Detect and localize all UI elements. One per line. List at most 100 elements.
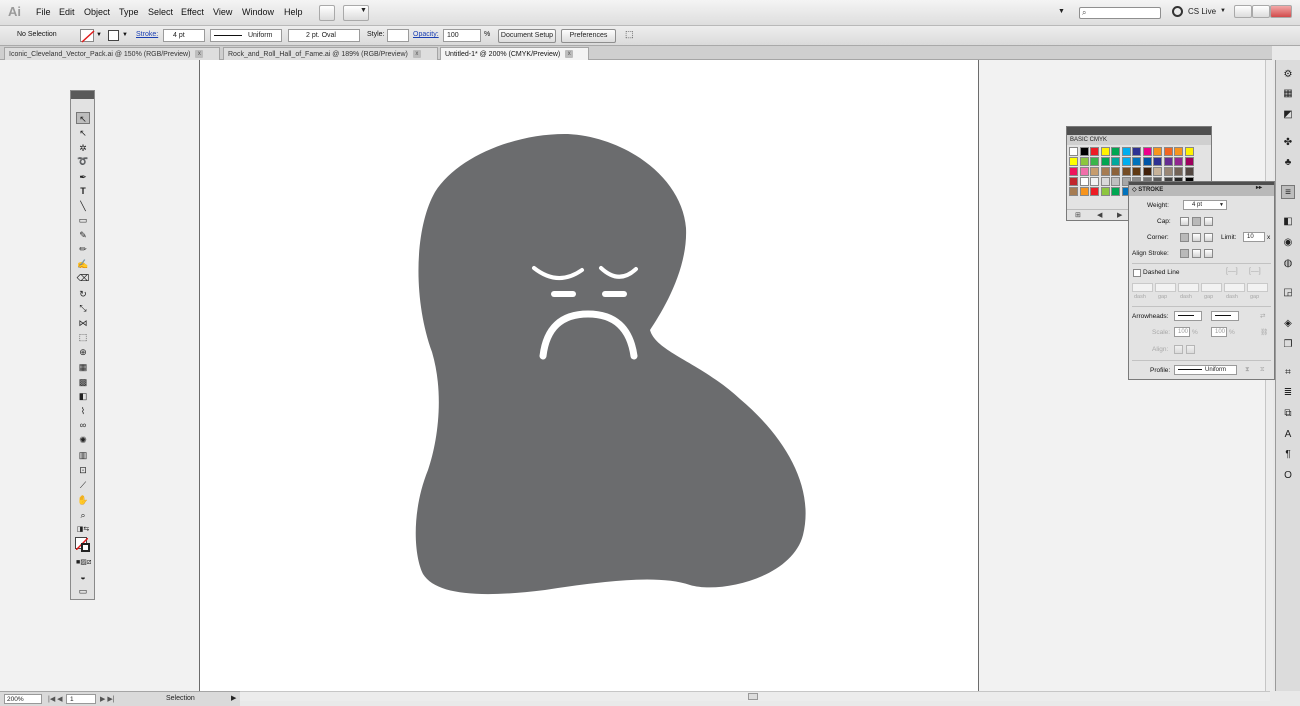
- stroke-color-icon[interactable]: [81, 543, 90, 552]
- zoom-tool-icon[interactable]: ⌕: [76, 509, 90, 521]
- direct-selection-tool-icon[interactable]: ↖: [76, 127, 90, 139]
- dash-field-3[interactable]: [1224, 283, 1245, 292]
- stroke-panel-icon[interactable]: ≡: [1281, 185, 1295, 199]
- color-swatch[interactable]: [1111, 177, 1120, 186]
- end-scale-field[interactable]: 100: [1211, 327, 1227, 337]
- color-swatch[interactable]: [1090, 147, 1099, 156]
- eraser-tool-icon[interactable]: ⌫: [76, 272, 90, 284]
- swap-arrowheads-icon[interactable]: ⇄: [1260, 312, 1265, 320]
- align-dash-icon[interactable]: [‒‒]: [1249, 268, 1261, 275]
- pen-tool-icon[interactable]: ✒: [76, 171, 90, 183]
- paragraph-icon[interactable]: ¶: [1281, 448, 1295, 462]
- artwork[interactable]: [0, 0, 1300, 706]
- color-swatch[interactable]: [1121, 167, 1131, 176]
- color-swatch[interactable]: [1132, 147, 1141, 156]
- line-tool-icon[interactable]: ╲: [76, 200, 90, 212]
- color-swatch[interactable]: [1132, 157, 1141, 166]
- color-swatch[interactable]: [1069, 187, 1078, 196]
- align-inside-button[interactable]: [1192, 249, 1201, 258]
- color-swatch[interactable]: [1090, 177, 1099, 186]
- color-swatch[interactable]: [1163, 167, 1173, 176]
- color-swatch[interactable]: [1100, 147, 1110, 156]
- color-swatch[interactable]: [1184, 167, 1194, 176]
- color-swatch[interactable]: [1174, 147, 1183, 156]
- color-swatch[interactable]: [1069, 167, 1078, 176]
- first-artboard-icon[interactable]: |◀ ◀: [48, 695, 63, 703]
- opentype-icon[interactable]: O: [1281, 469, 1295, 483]
- color-swatch[interactable]: [1153, 147, 1162, 156]
- color-swatch[interactable]: [1132, 167, 1141, 176]
- pencil-tool-icon[interactable]: ✏: [76, 243, 90, 255]
- slice-tool-icon[interactable]: ⟋: [76, 479, 90, 491]
- color-swatch[interactable]: [1100, 157, 1110, 166]
- blend-tool-icon[interactable]: ∞: [76, 419, 90, 431]
- mesh-tool-icon[interactable]: ▩: [76, 376, 90, 388]
- color-swatch[interactable]: [1153, 167, 1162, 176]
- color-swatch[interactable]: [1090, 167, 1099, 176]
- preserve-dash-icon[interactable]: [‒‒]: [1226, 268, 1238, 275]
- color-swatch[interactable]: [1111, 187, 1120, 196]
- next-library-icon[interactable]: ▶: [1117, 211, 1122, 219]
- default-colors-icon[interactable]: ◨⇆: [76, 524, 90, 536]
- artboard-number-field[interactable]: 1: [66, 694, 96, 704]
- color-swatch[interactable]: [1090, 157, 1099, 166]
- horizontal-scrollbar[interactable]: [240, 691, 1270, 701]
- screen-mode-icon[interactable]: ▭: [76, 585, 90, 597]
- flip-along-icon[interactable]: ⧗: [1245, 366, 1250, 374]
- align-icon[interactable]: ≣: [1281, 386, 1295, 400]
- color-swatch[interactable]: [1100, 187, 1110, 196]
- projecting-cap-button[interactable]: [1204, 217, 1213, 226]
- next-artboard-icon[interactable]: ▶ ▶|: [100, 695, 115, 703]
- color-swatch[interactable]: [1079, 167, 1089, 176]
- butt-cap-button[interactable]: [1180, 217, 1189, 226]
- limit-field[interactable]: 10: [1243, 232, 1265, 242]
- start-scale-field[interactable]: 100: [1174, 327, 1190, 337]
- place-arrow-button[interactable]: [1186, 345, 1195, 354]
- paintbrush-tool-icon[interactable]: ✎: [76, 229, 90, 241]
- miter-join-button[interactable]: [1180, 233, 1189, 242]
- rectangle-tool-icon[interactable]: ▭: [76, 214, 90, 226]
- hand-tool-icon[interactable]: ✋: [76, 494, 90, 506]
- weight-field[interactable]: 4 pt ▼: [1183, 200, 1227, 210]
- lasso-tool-icon[interactable]: ➰: [76, 155, 90, 167]
- color-swatch[interactable]: [1153, 157, 1162, 166]
- status-menu-icon[interactable]: ▶: [231, 694, 236, 702]
- color-swatch[interactable]: [1069, 147, 1078, 156]
- color-swatch[interactable]: [1111, 147, 1120, 156]
- extend-arrow-button[interactable]: [1174, 345, 1183, 354]
- artboard-tool-icon[interactable]: ⊡: [76, 464, 90, 476]
- navigator-icon[interactable]: ⚙: [1281, 68, 1295, 82]
- transform-icon[interactable]: ⌗: [1281, 366, 1295, 380]
- document-info-icon[interactable]: ◩: [1281, 108, 1295, 122]
- color-swatch[interactable]: [1079, 177, 1089, 186]
- panel-menu-icon[interactable]: ▸▸: [1256, 185, 1262, 192]
- round-join-button[interactable]: [1192, 233, 1201, 242]
- artboards-icon[interactable]: ❐: [1281, 338, 1295, 352]
- gap-field-1[interactable]: [1155, 283, 1176, 292]
- tools-panel-header[interactable]: [71, 91, 94, 99]
- shape-builder-tool-icon[interactable]: ⊕: [76, 346, 90, 358]
- color-swatch[interactable]: [1079, 147, 1089, 156]
- color-swatch[interactable]: [1069, 177, 1078, 186]
- gap-field-2[interactable]: [1201, 283, 1222, 292]
- appearance-icon[interactable]: ◍: [1281, 257, 1295, 271]
- zoom-field[interactable]: 200%: [4, 694, 42, 704]
- color-swatch[interactable]: [1174, 157, 1183, 166]
- color-swatch[interactable]: [1142, 147, 1152, 156]
- round-cap-button[interactable]: [1192, 217, 1201, 226]
- symbol-sprayer-tool-icon[interactable]: ✺: [76, 434, 90, 446]
- swatch-library-icon[interactable]: ⊞: [1075, 211, 1081, 219]
- perspective-grid-tool-icon[interactable]: ▦: [76, 361, 90, 373]
- color-swatch[interactable]: [1163, 147, 1173, 156]
- character-icon[interactable]: A: [1281, 428, 1295, 442]
- free-transform-tool-icon[interactable]: ⬚: [76, 331, 90, 343]
- flip-across-icon[interactable]: ⧖: [1260, 366, 1265, 374]
- type-tool-icon[interactable]: T: [76, 185, 90, 197]
- color-swatch[interactable]: [1174, 167, 1183, 176]
- color-swatch[interactable]: [1142, 157, 1152, 166]
- color-swatch[interactable]: [1090, 187, 1099, 196]
- brushes-icon[interactable]: ✤: [1281, 136, 1295, 150]
- color-swatch[interactable]: [1079, 187, 1089, 196]
- layers-icon[interactable]: ◈: [1281, 317, 1295, 331]
- gradient-tool-icon[interactable]: ◧: [76, 390, 90, 402]
